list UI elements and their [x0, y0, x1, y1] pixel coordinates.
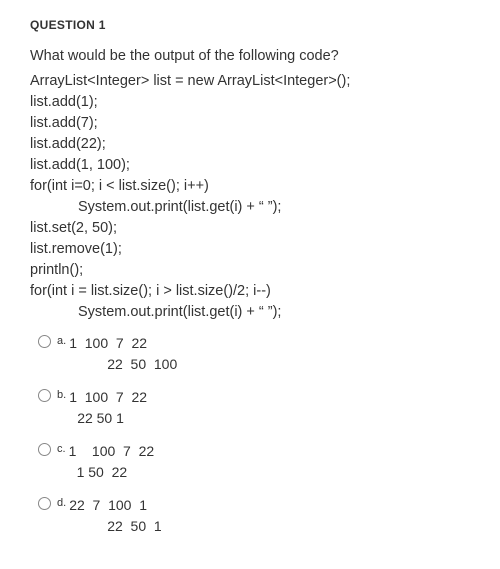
option-a-radio[interactable] — [38, 335, 51, 348]
option-a-letter: a. — [57, 335, 66, 347]
option-d-line1: 22 7 100 1 — [69, 495, 162, 516]
code-line: list.set(2, 50); — [30, 218, 480, 239]
option-b-line1: 1 100 7 22 — [69, 387, 147, 408]
option-c: c. 1 100 7 22 1 50 22 — [30, 441, 480, 483]
code-line: list.add(1); — [30, 92, 480, 113]
option-b-radio[interactable] — [38, 389, 51, 402]
option-c-letter: c. — [57, 443, 66, 455]
option-a-content: 1 100 7 22 22 50 100 — [69, 333, 177, 375]
option-a-line1: 1 100 7 22 — [69, 333, 177, 354]
option-d-radio[interactable] — [38, 497, 51, 510]
code-line: list.add(1, 100); — [30, 155, 480, 176]
code-block: ArrayList<Integer> list = new ArrayList<… — [30, 71, 480, 323]
option-d-line2: 22 50 1 — [69, 516, 162, 537]
code-line: ArrayList<Integer> list = new ArrayList<… — [30, 71, 480, 92]
option-d-letter: d. — [57, 497, 66, 509]
option-a-line2: 22 50 100 — [69, 354, 177, 375]
option-b-content: 1 100 7 22 22 50 1 — [69, 387, 147, 429]
code-line: println(); — [30, 260, 480, 281]
option-b-letter: b. — [57, 389, 66, 401]
option-c-radio[interactable] — [38, 443, 51, 456]
code-line: for(int i = list.size(); i > list.size()… — [30, 281, 480, 302]
option-c-line2: 1 50 22 — [69, 462, 155, 483]
code-line: list.add(22); — [30, 134, 480, 155]
options-list: a. 1 100 7 22 22 50 100 b. 1 100 7 22 22… — [30, 333, 480, 537]
question-header: QUESTION 1 — [30, 18, 480, 32]
option-d: d. 22 7 100 1 22 50 1 — [30, 495, 480, 537]
option-b-line2: 22 50 1 — [69, 408, 147, 429]
code-line: list.remove(1); — [30, 239, 480, 260]
question-prompt: What would be the output of the followin… — [30, 46, 480, 67]
code-line: list.add(7); — [30, 113, 480, 134]
option-a: a. 1 100 7 22 22 50 100 — [30, 333, 480, 375]
code-line: System.out.print(list.get(i) + “ ”); — [30, 197, 480, 218]
code-line: System.out.print(list.get(i) + “ ”); — [30, 302, 480, 323]
option-b: b. 1 100 7 22 22 50 1 — [30, 387, 480, 429]
code-line: for(int i=0; i < list.size(); i++) — [30, 176, 480, 197]
option-d-content: 22 7 100 1 22 50 1 — [69, 495, 162, 537]
option-c-line1: 1 100 7 22 — [69, 441, 155, 462]
option-c-content: 1 100 7 22 1 50 22 — [69, 441, 155, 483]
